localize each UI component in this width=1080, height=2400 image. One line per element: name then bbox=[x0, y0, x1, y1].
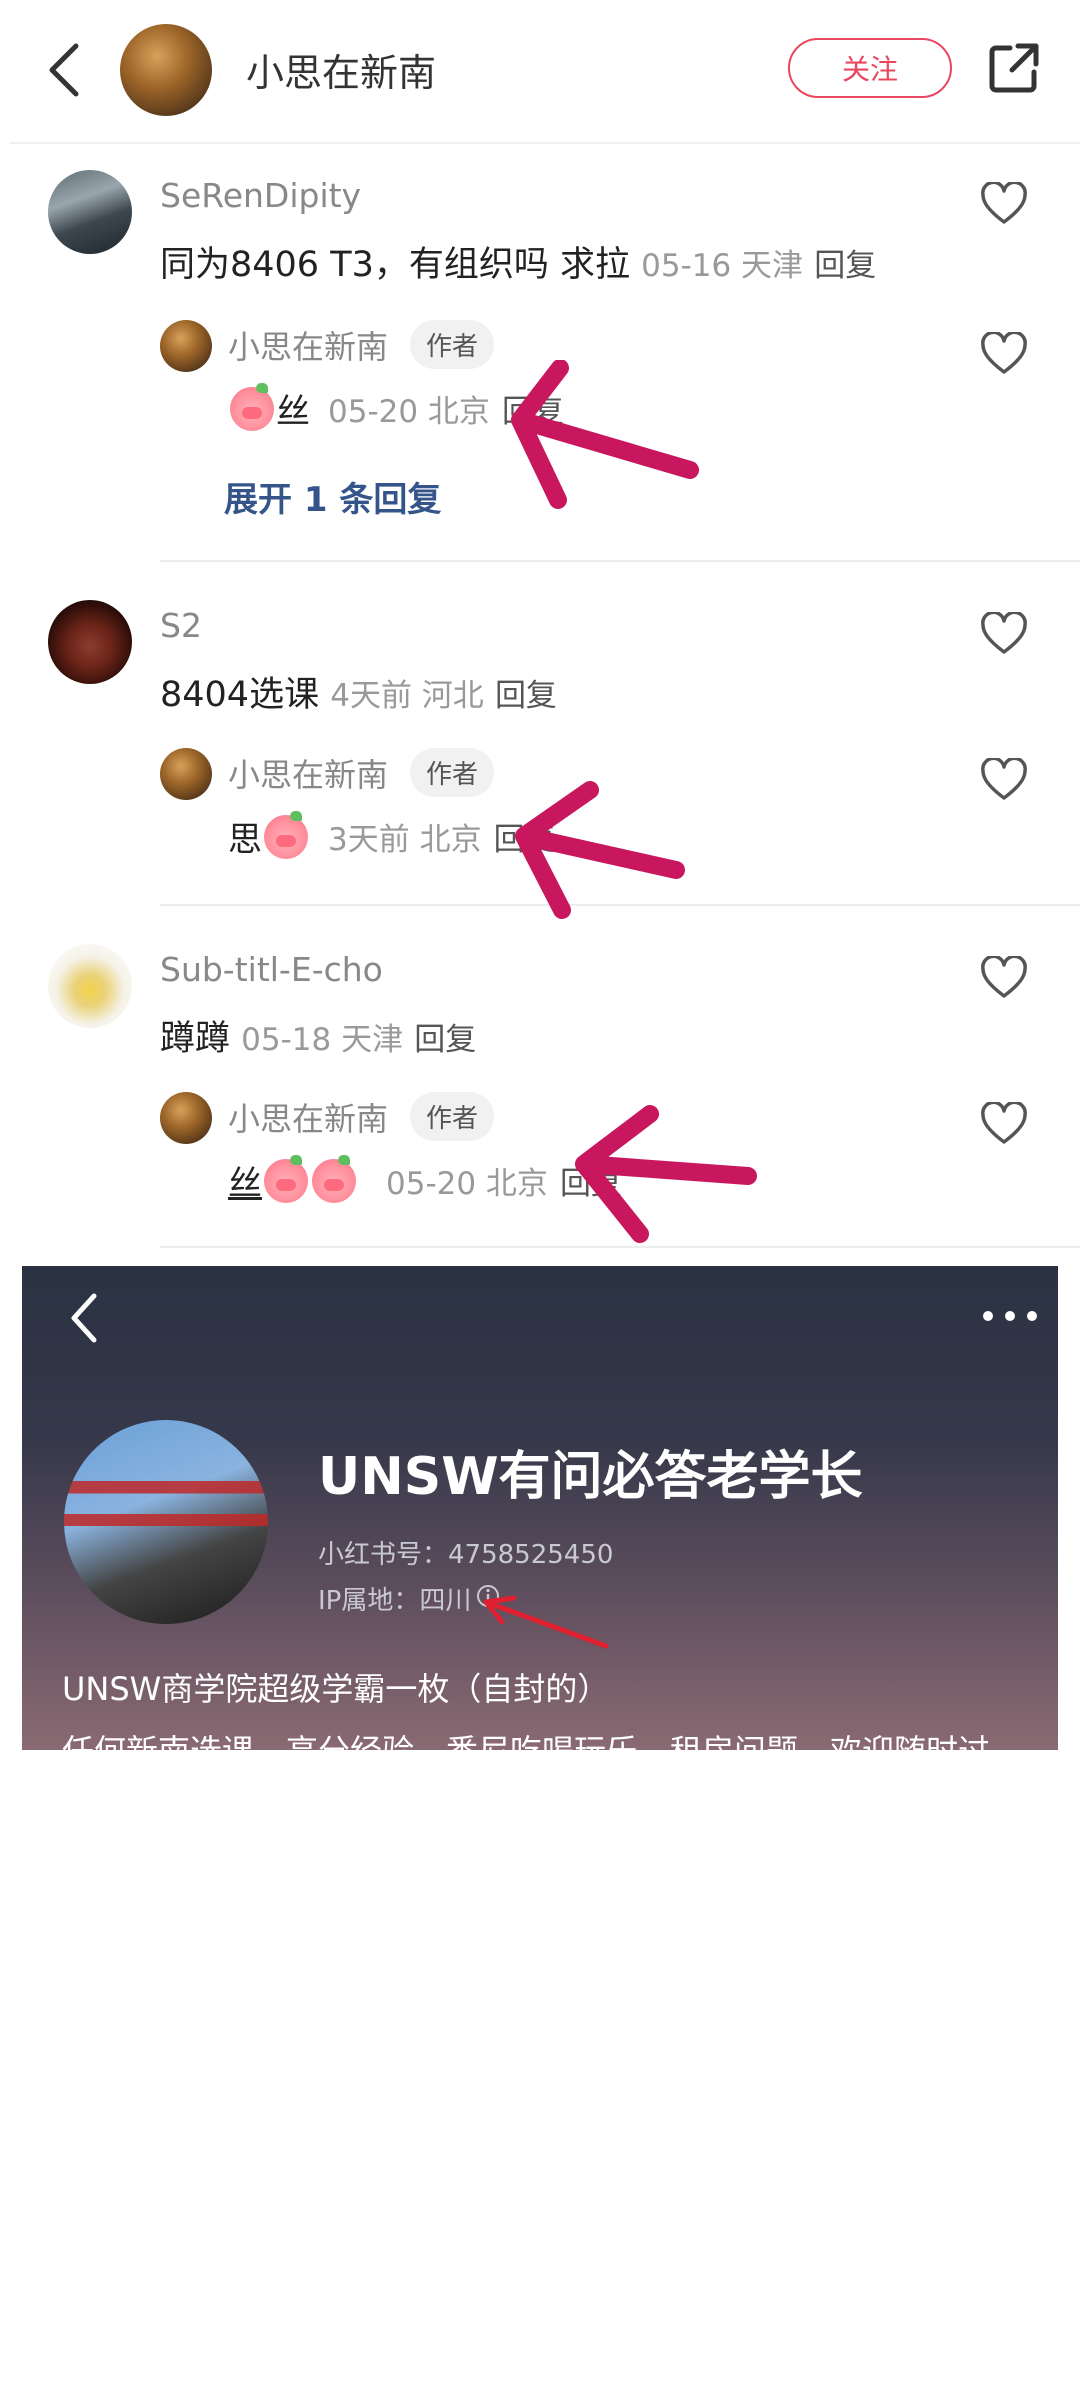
annotation-arrow-icon bbox=[575, 1105, 757, 1243]
heart-outline-icon[interactable] bbox=[980, 956, 1028, 1000]
annotation-arrow-icon bbox=[511, 360, 699, 509]
comment-meta: 05-18 天津 bbox=[241, 1022, 404, 1058]
reply-body: 思 bbox=[228, 820, 262, 860]
reply-link[interactable]: 回复 bbox=[414, 1022, 476, 1058]
reply-meta: 3天前 北京 bbox=[328, 822, 482, 858]
comment-username[interactable]: S2 bbox=[160, 606, 202, 645]
user-avatar[interactable] bbox=[48, 170, 132, 254]
comment-meta: 4天前 河北 bbox=[330, 678, 484, 714]
heart-outline-icon[interactable] bbox=[980, 332, 1028, 376]
heart-outline-icon[interactable] bbox=[980, 182, 1028, 226]
back-arrow-icon[interactable] bbox=[40, 40, 90, 100]
reply-meta: 05-20 北京 bbox=[386, 1166, 548, 1202]
share-icon[interactable] bbox=[986, 40, 1042, 96]
comment-text: 8404选课 4天前 河北 回复 bbox=[160, 666, 557, 717]
annotation-arrow-icon bbox=[483, 1595, 609, 1649]
reply-author-avatar[interactable] bbox=[160, 1092, 212, 1144]
profile-ip-location: IP属地：四川 bbox=[318, 1586, 472, 1616]
pig-emoji-icon bbox=[264, 1154, 308, 1203]
profile-name: UNSW有问必答老学长 bbox=[318, 1447, 863, 1507]
reply-username[interactable]: 小思在新南 bbox=[228, 1094, 388, 1140]
heart-outline-icon[interactable] bbox=[980, 612, 1028, 656]
comment-divider bbox=[160, 560, 1080, 562]
comment-username[interactable]: Sub-titl-E-cho bbox=[160, 950, 383, 989]
comment-text: 蹲蹲 05-18 天津 回复 bbox=[160, 1010, 476, 1061]
author-badge: 作者 bbox=[410, 320, 495, 369]
reply-username[interactable]: 小思在新南 bbox=[228, 750, 388, 796]
heart-outline-icon[interactable] bbox=[980, 1102, 1028, 1146]
author-badge: 作者 bbox=[410, 748, 495, 797]
comment-body: 蹲蹲 bbox=[160, 1019, 231, 1059]
user-avatar[interactable] bbox=[48, 944, 132, 1028]
heart-outline-icon[interactable] bbox=[980, 758, 1028, 802]
reply-link[interactable]: 回复 bbox=[495, 678, 557, 714]
pig-emoji-icon bbox=[230, 382, 274, 431]
header-divider bbox=[10, 142, 1080, 144]
author-badge: 作者 bbox=[410, 1092, 495, 1141]
profile-bio-line: UNSW商学院超级学霸一枚（自封的） bbox=[62, 1670, 610, 1708]
annotation-arrow-icon bbox=[515, 781, 685, 919]
profile-id: 小红书号：4758525450 bbox=[318, 1540, 614, 1570]
pig-emoji-icon bbox=[312, 1154, 356, 1203]
expand-replies-link[interactable]: 展开 1 条回复 bbox=[224, 472, 441, 521]
comment-meta: 05-16 天津 bbox=[641, 248, 804, 284]
reply-username[interactable]: 小思在新南 bbox=[228, 322, 388, 368]
reply-link[interactable]: 回复 bbox=[814, 248, 876, 284]
top-bar: 小思在新南 关注 bbox=[0, 0, 1080, 142]
comment-body: 8404选课 bbox=[160, 675, 320, 715]
pig-emoji-icon bbox=[264, 810, 308, 859]
reply-body: 丝 bbox=[228, 1164, 262, 1204]
author-avatar[interactable] bbox=[120, 24, 212, 116]
follow-button[interactable]: 关注 bbox=[788, 38, 952, 98]
back-arrow-icon[interactable] bbox=[66, 1290, 102, 1346]
profile-card: UNSW有问必答老学长 小红书号：4758525450 IP属地：四川 UNSW… bbox=[22, 1266, 1058, 1750]
author-name[interactable]: 小思在新南 bbox=[246, 42, 436, 97]
comment-username[interactable]: SeRenDipity bbox=[160, 176, 361, 215]
profile-bio-line: 任何新南选课、高分经验、悉尼吃喝玩乐、租房问题，欢迎随时过 bbox=[62, 1726, 990, 1750]
reply-author-avatar[interactable] bbox=[160, 320, 212, 372]
reply-meta: 05-20 北京 bbox=[328, 394, 490, 430]
more-dots-icon[interactable] bbox=[982, 1310, 1038, 1322]
reply-body: 丝 bbox=[276, 392, 310, 432]
user-avatar[interactable] bbox=[48, 600, 132, 684]
reply-author-avatar[interactable] bbox=[160, 748, 212, 800]
comment-text: 同为8406 T3，有组织吗 求拉 05-16 天津 回复 bbox=[160, 236, 876, 287]
profile-avatar[interactable] bbox=[64, 1420, 268, 1624]
comment-body: 同为8406 T3，有组织吗 求拉 bbox=[160, 245, 630, 285]
